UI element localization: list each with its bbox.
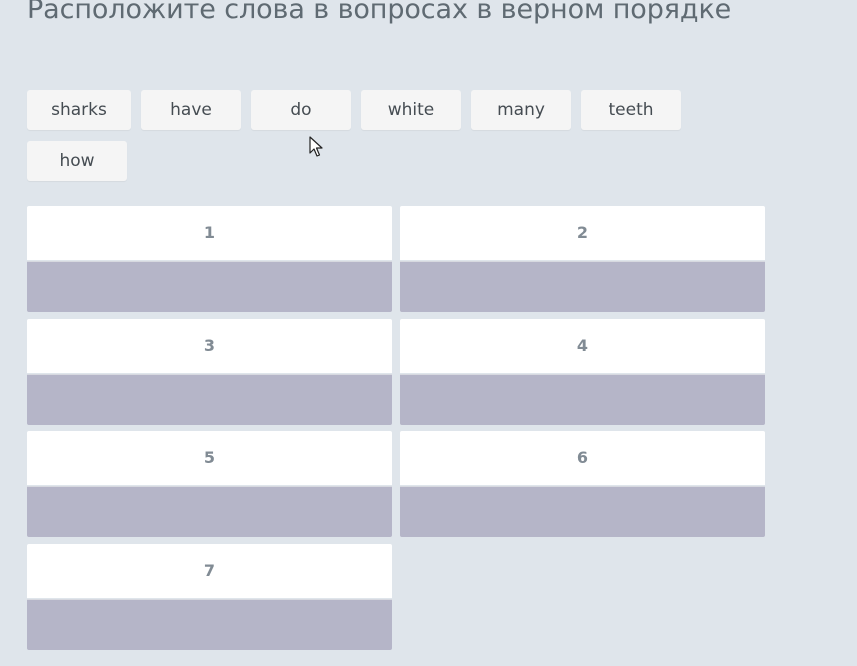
page-title: Расположите слова в вопросах в верном по… xyxy=(27,0,732,25)
drop-zone[interactable] xyxy=(400,261,765,312)
drop-zone[interactable] xyxy=(400,374,765,425)
drop-zone[interactable] xyxy=(400,486,765,537)
word-chip-sharks[interactable]: sharks xyxy=(27,90,131,130)
drop-zone[interactable] xyxy=(27,486,392,537)
slot-number: 7 xyxy=(27,544,392,598)
word-chip-do[interactable]: do xyxy=(251,90,351,130)
word-chip-teeth[interactable]: teeth xyxy=(581,90,681,130)
word-chip-white[interactable]: white xyxy=(361,90,461,130)
answer-slot-1: 1 xyxy=(27,206,392,312)
answer-slot-7: 7 xyxy=(27,544,392,650)
slot-number: 6 xyxy=(400,431,765,485)
drop-zone[interactable] xyxy=(27,261,392,312)
slot-number: 3 xyxy=(27,319,392,373)
answer-slot-5: 5 xyxy=(27,431,392,537)
answer-slot-3: 3 xyxy=(27,319,392,425)
slot-number: 4 xyxy=(400,319,765,373)
word-chip-have[interactable]: have xyxy=(141,90,241,130)
slot-number: 5 xyxy=(27,431,392,485)
word-chip-many[interactable]: many xyxy=(471,90,571,130)
drop-zone[interactable] xyxy=(27,599,392,650)
word-chip-how[interactable]: how xyxy=(27,141,127,181)
slot-number: 1 xyxy=(27,206,392,260)
drop-zone[interactable] xyxy=(27,374,392,425)
mouse-pointer-icon xyxy=(309,136,323,157)
answer-slot-6: 6 xyxy=(400,431,765,537)
slot-number: 2 xyxy=(400,206,765,260)
answer-slot-2: 2 xyxy=(400,206,765,312)
answer-slot-4: 4 xyxy=(400,319,765,425)
